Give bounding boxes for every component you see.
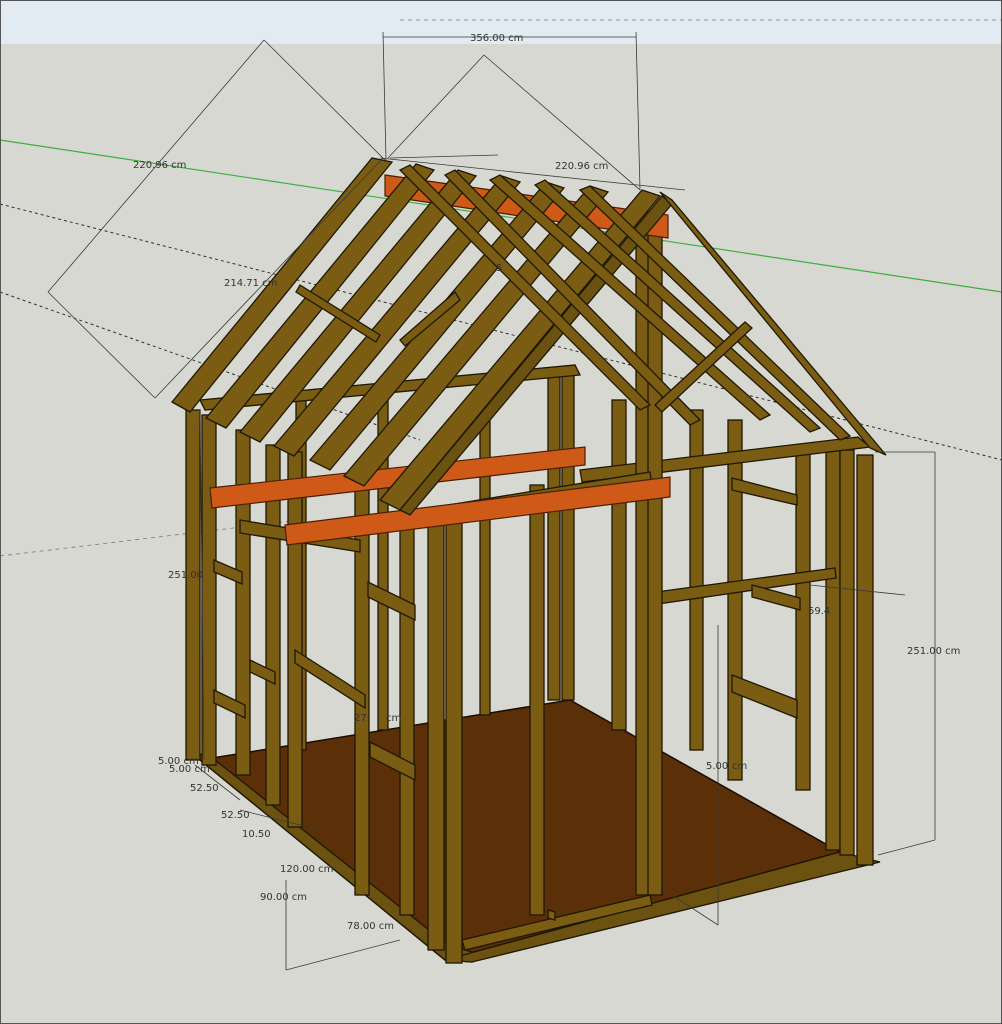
dim-base-4: 52.50 [221, 810, 250, 821]
model-canvas[interactable]: 356.00 cm 220.96 cm 220.96 cm 214.71 cm … [0, 0, 1002, 1024]
dim-top-width: 356.00 cm [470, 33, 523, 44]
dim-base-8: 78.00 cm [347, 921, 394, 932]
dim-rafter-right: 220.96 cm [555, 161, 608, 172]
dim-wall-height-left: 251.00 [168, 570, 203, 581]
dim-rafter-left: 220.96 cm [133, 160, 186, 171]
dim-small-label: 5 [496, 263, 502, 274]
dim-base-3: 52.50 [190, 783, 219, 794]
dim-base-6: 120.00 cm [280, 864, 333, 875]
dim-rafter-side: 214.71 cm [224, 278, 277, 289]
dim-partial-right: 59.4 [808, 606, 830, 617]
dim-wall-height-right: 251.00 cm [907, 646, 960, 657]
dim-base-7: 90.00 cm [260, 892, 307, 903]
dim-mid-height: 5.00 [706, 761, 728, 772]
sketchup-viewport[interactable]: 356.00 cm 220.96 cm 220.96 cm 214.71 cm … [0, 0, 1002, 1024]
dim-mid-depth-unit: cm [386, 713, 401, 724]
dim-mid-depth: 27 [354, 713, 367, 724]
dim-mid-height-unit: cm [732, 761, 747, 772]
dim-base-5: 10.50 [242, 829, 271, 840]
dim-base-2: 5.00 cm [169, 764, 210, 775]
